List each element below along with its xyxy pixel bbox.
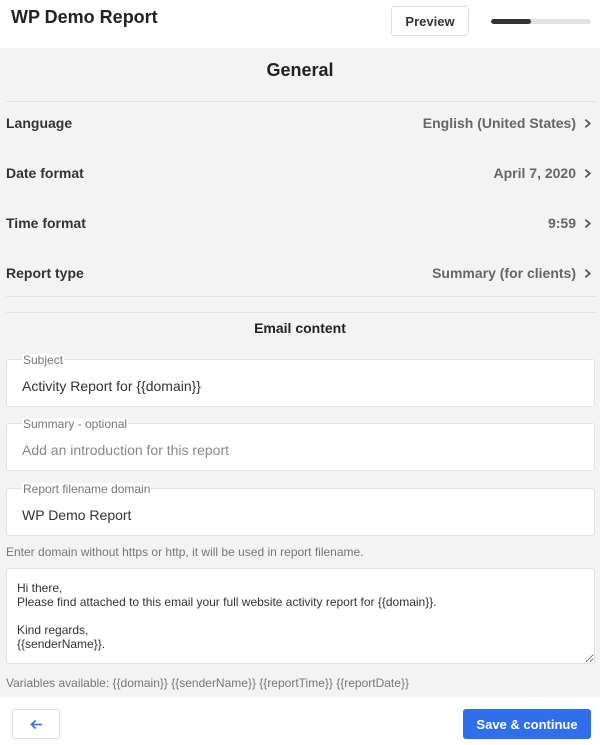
filename-domain-input[interactable]	[22, 505, 582, 525]
time-format-value: 9:59	[547, 215, 576, 231]
time-format-setting-row[interactable]: Time format 9:59	[6, 206, 596, 242]
subject-field: Subject	[6, 354, 595, 407]
summary-field: Summary - optional	[6, 418, 595, 471]
subject-label: Subject	[22, 353, 65, 367]
general-section-title: General	[266, 60, 334, 80]
language-setting-row[interactable]: Language English (United States)	[6, 106, 596, 142]
date-format-value: April 7, 2020	[493, 165, 577, 181]
report-type-label: Report type	[6, 265, 84, 281]
filename-domain-field: Report filename domain	[6, 483, 595, 536]
progress-fill	[491, 19, 531, 24]
filename-domain-label: Report filename domain	[22, 482, 152, 496]
footer-bar: Save & continue	[0, 697, 600, 745]
date-format-label: Date format	[6, 165, 84, 181]
variables-available-text: Variables available: {{domain}} {{sender…	[6, 676, 409, 690]
time-format-label: Time format	[6, 215, 86, 231]
divider	[6, 101, 596, 102]
language-label: Language	[6, 115, 73, 131]
chevron-right-icon	[584, 118, 592, 129]
preview-button[interactable]: Preview	[391, 6, 469, 36]
summary-input[interactable]	[22, 440, 582, 460]
report-type-setting-row[interactable]: Report type Summary (for clients)	[6, 256, 596, 292]
report-type-value: Summary (for clients)	[432, 265, 576, 281]
date-format-setting-row[interactable]: Date format April 7, 2020	[6, 156, 596, 192]
summary-label: Summary - optional	[22, 417, 129, 431]
save-and-continue-button[interactable]: Save & continue	[463, 709, 591, 739]
email-content-title: Email content	[254, 320, 346, 336]
divider	[6, 296, 596, 297]
subject-input[interactable]	[22, 376, 582, 396]
chevron-right-icon	[584, 268, 592, 279]
back-button[interactable]	[12, 709, 60, 739]
language-value: English (United States)	[422, 115, 576, 131]
progress-bar	[491, 19, 591, 24]
arrow-left-icon	[30, 719, 42, 730]
filename-helper-text: Enter domain without https or http, it w…	[6, 545, 364, 559]
page-title: WP Demo Report	[11, 7, 158, 27]
chevron-right-icon	[584, 168, 592, 179]
chevron-right-icon	[584, 218, 592, 229]
email-message-textarea[interactable]: Hi there, Please find attached to this e…	[6, 568, 595, 664]
top-bar: WP Demo Report Preview	[0, 0, 600, 48]
divider	[6, 312, 596, 313]
